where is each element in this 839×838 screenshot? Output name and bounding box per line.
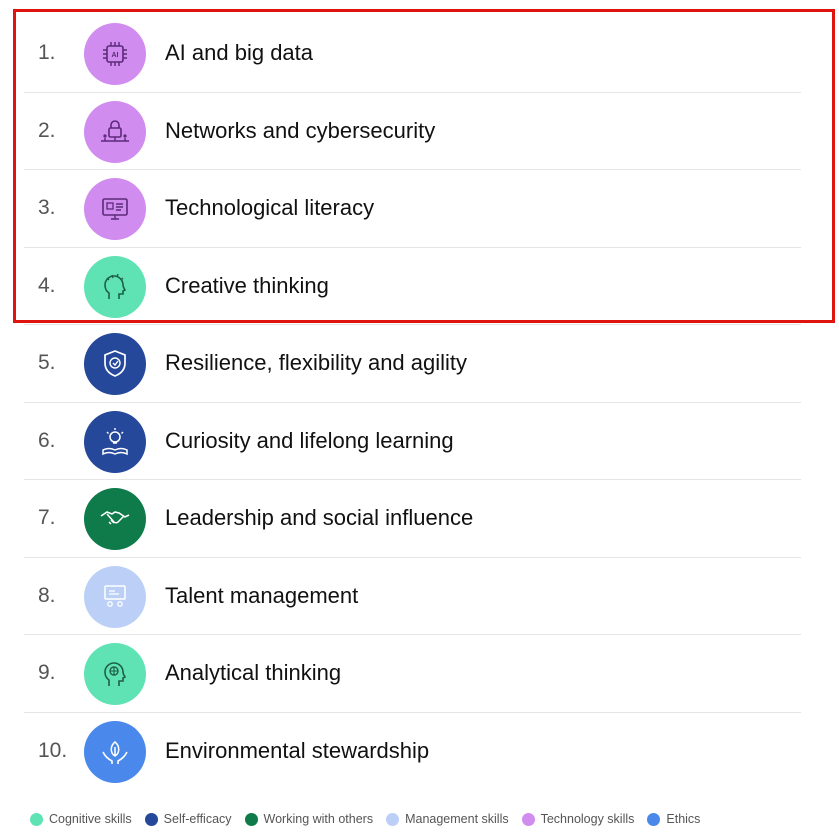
skill-label: Curiosity and lifelong learning	[165, 427, 454, 453]
legend-dot-icon	[244, 812, 258, 826]
skill-row: 3. Technological literacy	[0, 170, 839, 248]
skill-rank: 1.	[38, 41, 56, 64]
legend-dot-icon	[647, 812, 661, 826]
legend-dot-icon	[30, 812, 43, 826]
skill-row: 2. Networks and cybersecurity	[0, 93, 839, 171]
legend-label: Working with others	[263, 812, 374, 826]
category-legend: Cognitive skills Self-efficacy Working wit…	[30, 808, 713, 830]
legend-item: Working with others	[244, 812, 374, 826]
skill-rank: 3.	[38, 196, 56, 219]
skill-label: Creative thinking	[165, 272, 329, 298]
skill-label: Talent management	[165, 582, 359, 608]
hands-leaf-icon	[84, 720, 146, 783]
skill-row: 1. AI AI and big data	[0, 15, 839, 93]
legend-dot-icon	[521, 812, 535, 826]
skill-row: 5. Resilience, flexibility and agility	[0, 325, 839, 403]
skill-row: 9. Analytical thinking	[0, 635, 839, 713]
legend-label: Management skills	[405, 812, 509, 826]
skill-label: Environmental stewardship	[165, 737, 430, 763]
skill-row: 10. Environmental stewardship	[0, 713, 839, 791]
skills-ranking-list: 1. AI AI and big data 2. Networks and cybers…	[0, 15, 839, 790]
skill-rank: 6.	[38, 428, 56, 452]
skill-label: Analytical thinking	[165, 660, 342, 685]
skill-rank: 2.	[38, 118, 56, 142]
skill-label: Technological literacy	[165, 195, 375, 220]
legend-label: Self-efficacy	[163, 812, 232, 826]
skill-label: Resilience, flexibility and agility	[165, 350, 468, 375]
legend-item: Technology skills	[521, 812, 635, 826]
head-brain-icon	[84, 643, 146, 705]
handshake-icon	[84, 488, 146, 550]
monitor-icon	[84, 178, 146, 240]
skill-rank: 10.	[38, 738, 68, 762]
network-lock-icon	[84, 100, 146, 163]
skill-row: 6. Curiosity and lifelong learning	[0, 403, 839, 481]
people-board-icon	[84, 565, 146, 628]
book-lightbulb-icon	[84, 410, 146, 473]
legend-label: Technology skills	[540, 812, 635, 826]
skill-row: 7. Leadership and social influence	[0, 480, 839, 558]
skill-rank: 7.	[38, 506, 56, 529]
legend-item: Ethics	[647, 812, 700, 826]
legend-item: Cognitive skills	[30, 812, 132, 826]
skill-rank: 9.	[38, 661, 56, 684]
skill-label: Leadership and social influence	[165, 505, 474, 530]
svg-text:AI: AI	[112, 52, 119, 59]
legend-item: Self-efficacy	[144, 812, 232, 826]
skill-rank: 8.	[38, 583, 56, 607]
legend-dot-icon	[144, 812, 158, 826]
legend-label: Ethics	[666, 812, 701, 826]
shield-check-icon	[84, 333, 146, 395]
legend-dot-icon	[386, 812, 400, 826]
skill-rank: 5.	[38, 351, 56, 374]
skill-row: 4. Creative thinking	[0, 248, 839, 326]
head-ideas-icon	[84, 255, 146, 318]
skill-label: AI and big data	[165, 40, 314, 65]
skill-row: 8. Talent management	[0, 558, 839, 636]
legend-item: Management skills	[386, 812, 509, 826]
ai-chip-icon: AI	[84, 23, 146, 85]
skill-label: Networks and cybersecurity	[165, 117, 436, 143]
legend-label: Cognitive skills	[49, 812, 132, 826]
skill-rank: 4.	[38, 273, 56, 297]
